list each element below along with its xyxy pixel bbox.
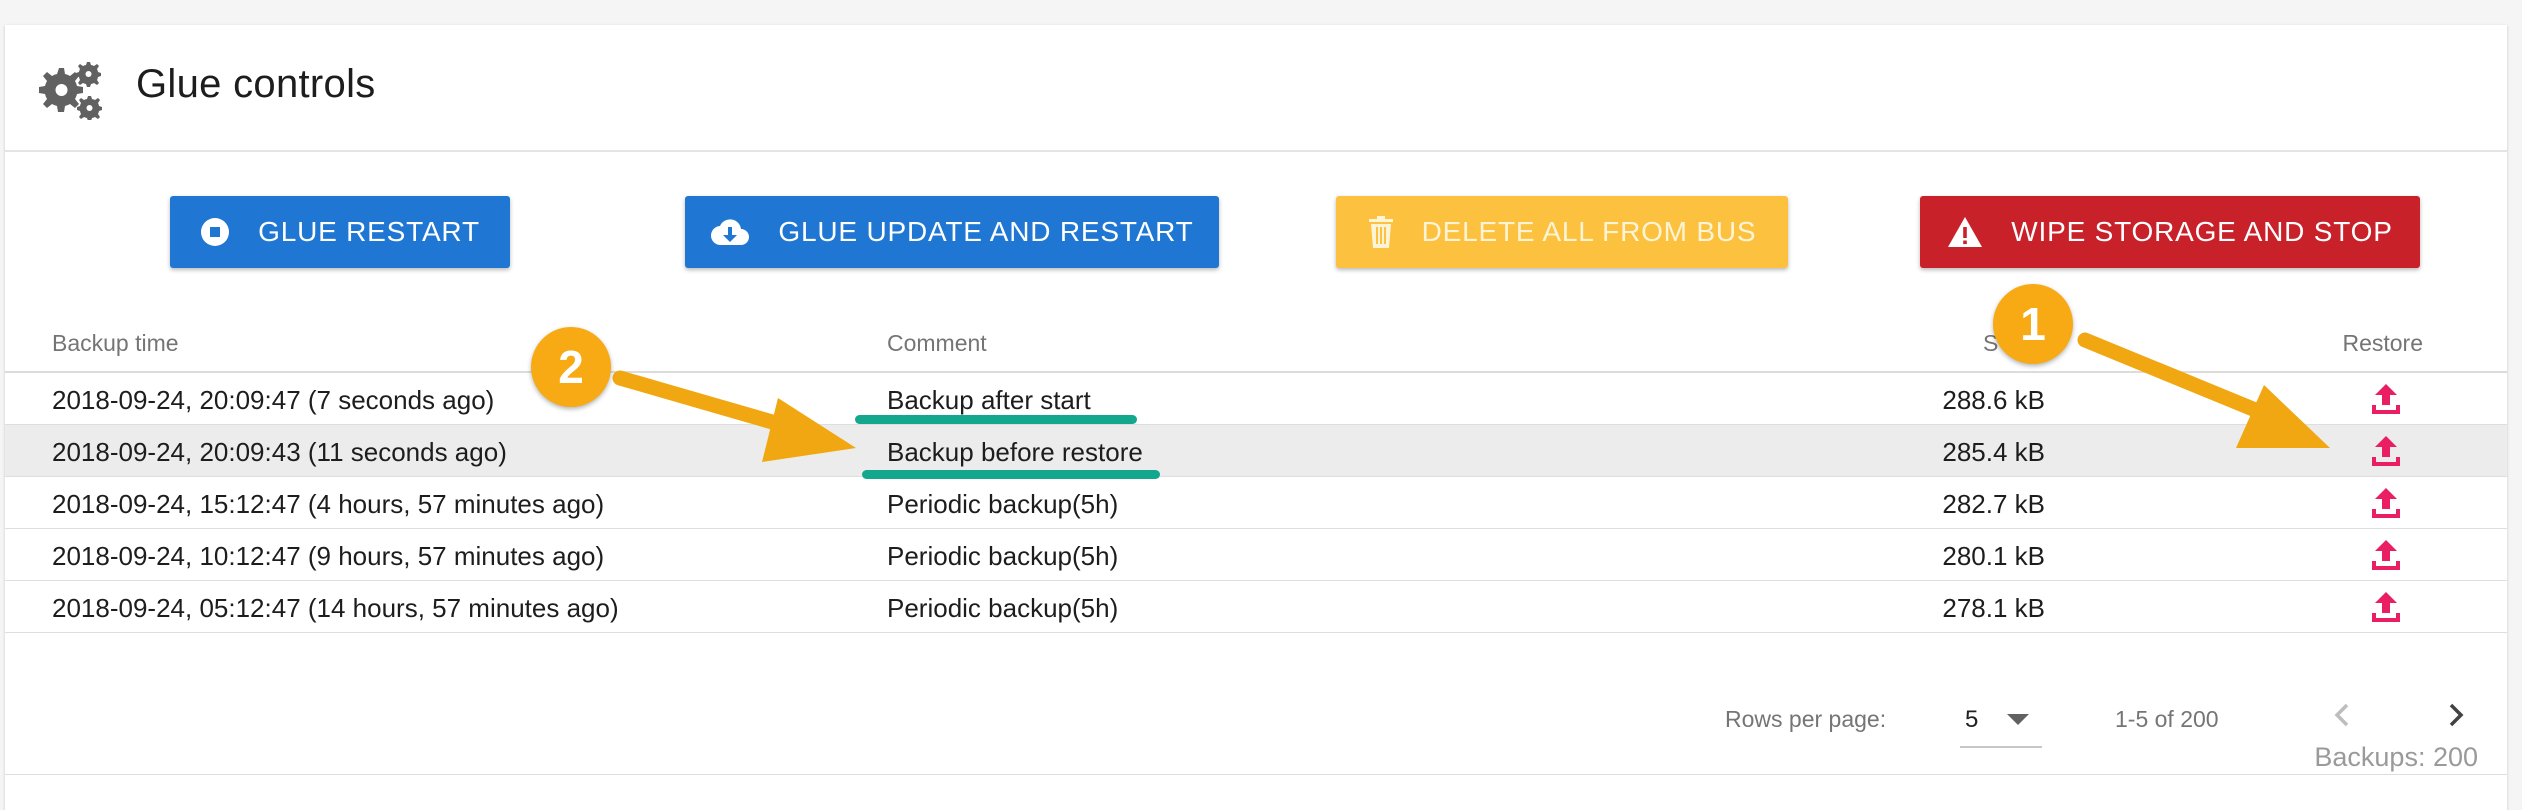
backup-time-cell: 2018-09-24, 20:09:47 (7 seconds ago) [52,385,495,415]
column-header-comment[interactable]: Comment [887,330,987,357]
backup-time-cell: 2018-09-24, 05:12:47 (14 hours, 57 minut… [52,593,619,623]
restore-upload-icon[interactable] [2368,485,2404,521]
pagination-range: 1-5 of 200 [2115,706,2219,732]
size-cell: 288.6 kB [1942,385,2045,415]
cloud-download-icon [711,219,750,246]
backup-time-cell: 2018-09-24, 10:12:47 (9 hours, 57 minute… [52,541,605,571]
annotation-badge-2: 2 [531,327,611,407]
trash-icon [1368,216,1393,248]
rows-per-page-select[interactable]: 5 [1960,691,2042,748]
size-cell: 280.1 kB [1942,541,2045,571]
table-row: 2018-09-24, 20:09:47 (7 seconds ago) Bac… [5,373,2507,425]
table-row: 2018-09-24, 15:12:47 (4 hours, 57 minute… [5,477,2507,529]
restore-upload-icon[interactable] [2368,589,2404,625]
table-row: 2018-09-24, 20:09:43 (11 seconds ago) Ba… [5,425,2507,477]
backups-total: Backups: 200 [2314,742,2478,772]
page-title: Glue controls [136,62,376,106]
glue-update-and-restart-button[interactable]: GLUE UPDATE AND RESTART [685,196,1219,268]
underline-annotation [855,415,1137,424]
table-row: 2018-09-24, 10:12:47 (9 hours, 57 minute… [5,529,2507,581]
delete-all-label: DELETE ALL FROM BUS [1421,216,1757,247]
comment-cell: Backup after start [887,385,1091,415]
chevron-left-icon[interactable] [2325,697,2361,733]
rows-per-page-label: Rows per page: [1725,706,1887,732]
glue-update-label: GLUE UPDATE AND RESTART [778,216,1194,247]
comment-cell: Backup before restore [887,437,1143,467]
warning-icon [1948,217,1983,247]
size-cell: 285.4 kB [1942,437,2045,467]
column-header-restore: Restore [2342,330,2423,356]
card-header: Glue controls [5,25,2507,152]
comment-cell: Periodic backup(5h) [887,593,1119,623]
backup-time-cell: 2018-09-24, 20:09:43 (11 seconds ago) [52,437,507,467]
wipe-storage-label: WIPE STORAGE AND STOP [2011,216,2393,247]
glue-restart-label: GLUE RESTART [258,216,480,247]
restore-upload-icon[interactable] [2368,537,2404,573]
comment-cell: Periodic backup(5h) [887,541,1119,571]
rows-per-page-value: 5 [1965,706,1979,733]
glue-controls-card: Glue controls GLUE RESTART GLUE UPDATE A… [5,25,2507,810]
size-cell: 282.7 kB [1942,489,2045,519]
restore-upload-icon[interactable] [2368,433,2404,469]
delete-all-from-bus-button[interactable]: DELETE ALL FROM BUS [1336,196,1788,268]
column-header-backup-time[interactable]: Backup time [52,330,179,357]
gears-icon [39,62,102,120]
wipe-storage-and-stop-button[interactable]: WIPE STORAGE AND STOP [1920,196,2420,268]
underline-annotation [862,470,1160,479]
table-header: Backup time Comment S Restore [5,305,2507,373]
annotation-badge-1: 1 [1993,284,2073,364]
glue-restart-button[interactable]: GLUE RESTART [170,196,510,268]
table-row: 2018-09-24, 05:12:47 (14 hours, 57 minut… [5,581,2507,633]
size-cell: 278.1 kB [1942,593,2045,623]
backup-time-cell: 2018-09-24, 15:12:47 (4 hours, 57 minute… [52,489,605,519]
chevron-right-icon[interactable] [2437,697,2473,733]
table-pagination: Rows per page: 5 1-5 of 200 [5,655,2507,775]
comment-cell: Periodic backup(5h) [887,489,1119,519]
stop-circle-icon [201,218,230,246]
caret-down-icon [2007,714,2029,725]
restore-upload-icon[interactable] [2368,381,2404,417]
